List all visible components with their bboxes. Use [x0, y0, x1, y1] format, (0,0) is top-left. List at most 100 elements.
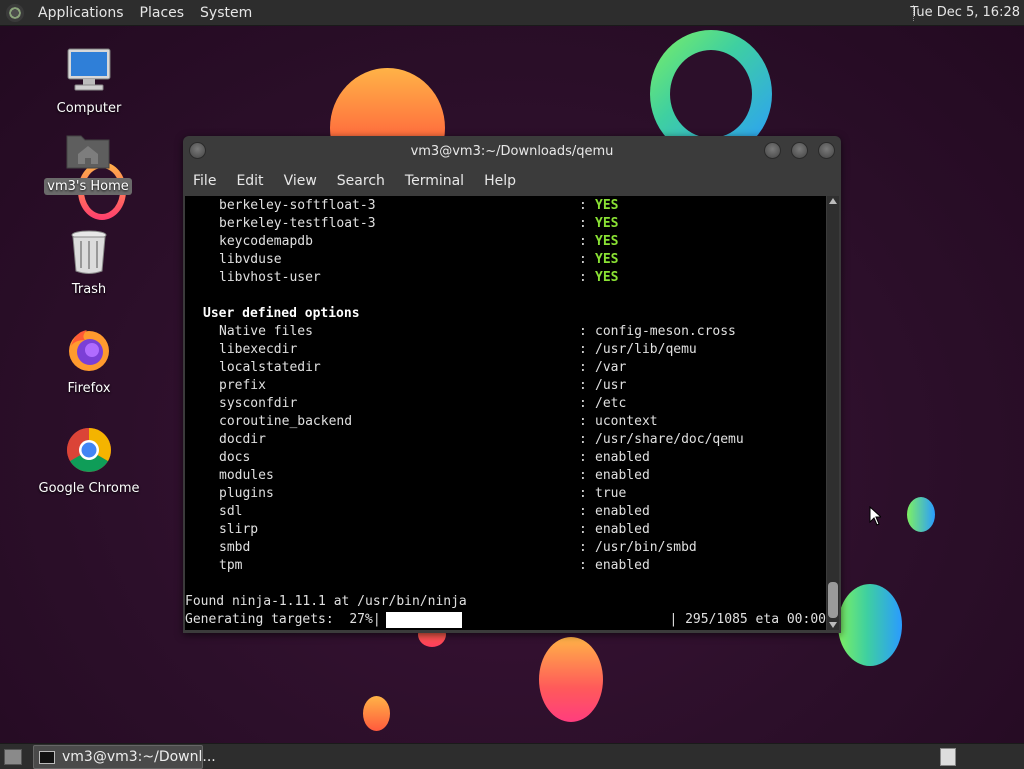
close-button[interactable]: [818, 142, 835, 159]
desktop-icon-home[interactable]: vm3's Home: [33, 128, 143, 195]
option-value: /usr/lib/qemu: [595, 342, 697, 357]
option-separator: :: [579, 360, 587, 375]
window-menu-button[interactable]: [189, 142, 206, 159]
option-key: localstatedir: [219, 360, 321, 375]
terminal-line: sdl: enabled: [185, 503, 826, 521]
terminal-section-heading: User defined options: [203, 306, 360, 321]
window-titlebar[interactable]: vm3@vm3:~/Downloads/qemu: [183, 136, 841, 166]
menu-view[interactable]: View: [274, 173, 327, 189]
chrome-icon: [67, 428, 111, 472]
terminal-line: localstatedir: /var: [185, 359, 826, 377]
option-key: docdir: [219, 432, 266, 447]
scrollbar-thumb[interactable]: [828, 582, 838, 618]
bottom-panel: vm3@vm3:~/Downl...: [0, 743, 1024, 769]
scroll-down-icon[interactable]: [829, 622, 837, 628]
minimize-button[interactable]: [764, 142, 781, 159]
terminal-line: Native files: config-meson.cross: [185, 323, 826, 341]
taskbar-item-label: vm3@vm3:~/Downl...: [62, 749, 216, 765]
places-menu[interactable]: Places: [132, 5, 193, 21]
option-value: YES: [595, 234, 619, 249]
terminal-line: berkeley-softfloat-3: YES: [185, 197, 826, 215]
option-value: YES: [595, 270, 619, 285]
system-menu[interactable]: System: [192, 5, 260, 21]
option-value: YES: [595, 252, 619, 267]
progress-bar-fill: [386, 612, 462, 628]
desktop-icon-label: vm3's Home: [44, 178, 132, 195]
option-key: sdl: [219, 504, 243, 519]
option-key: libexecdir: [219, 342, 298, 357]
option-value: /usr: [595, 378, 627, 393]
option-key: modules: [219, 468, 274, 483]
terminal-line: sysconfdir: /etc: [185, 395, 826, 413]
terminal-line: prefix: /usr: [185, 377, 826, 395]
option-value: enabled: [595, 468, 650, 483]
applications-menu[interactable]: Applications: [30, 5, 132, 21]
option-separator: :: [579, 234, 587, 249]
option-separator: :: [579, 522, 587, 537]
terminal-line: slirp: enabled: [185, 521, 826, 539]
distro-logo-icon[interactable]: [6, 3, 24, 22]
terminal-line: berkeley-testfloat-3: YES: [185, 215, 826, 233]
terminal-line: docs: enabled: [185, 449, 826, 467]
option-key: berkeley-softfloat-3: [219, 198, 376, 213]
desktop-icon-firefox[interactable]: Firefox: [34, 326, 144, 397]
option-separator: :: [579, 540, 587, 555]
option-key: sysconfdir: [219, 396, 298, 411]
mouse-cursor-icon: [869, 506, 881, 526]
desktop-icon-trash[interactable]: Trash: [34, 229, 144, 298]
firefox-icon: [69, 330, 109, 371]
terminal-line: libvhost-user: YES: [185, 269, 826, 287]
option-value: /var: [595, 360, 627, 375]
terminal-scrollbar[interactable]: [827, 196, 839, 630]
menu-edit[interactable]: Edit: [226, 173, 273, 189]
option-separator: :: [579, 432, 587, 447]
computer-icon: [67, 48, 111, 91]
terminal-line: coroutine_backend: ucontext: [185, 413, 826, 431]
terminal-line: docdir: /usr/share/doc/qemu: [185, 431, 826, 449]
option-value: /usr/share/doc/qemu: [595, 432, 744, 447]
desktop-icon-chrome[interactable]: Google Chrome: [34, 426, 144, 497]
terminal-output[interactable]: berkeley-softfloat-3: YES berkeley-testflo…: [185, 196, 826, 630]
home-folder-icon: [66, 135, 110, 169]
option-separator: :: [579, 396, 587, 411]
option-value: YES: [595, 216, 619, 231]
wallpaper-shape: [907, 497, 935, 532]
taskbar-item-terminal[interactable]: vm3@vm3:~/Downl...: [33, 745, 216, 769]
progress-label: Generating targets: 27%|: [185, 612, 381, 627]
progress-line: Generating targets: 27%| | 295/1085 eta 0…: [185, 611, 826, 629]
option-key: docs: [219, 450, 251, 465]
clock[interactable]: Tue Dec 5, 16:28: [910, 5, 1020, 20]
option-key: tpm: [219, 558, 243, 573]
option-key: Native files: [219, 324, 313, 339]
terminal-line: smbd: /usr/bin/smbd: [185, 539, 826, 557]
scroll-up-icon[interactable]: [829, 198, 837, 204]
option-key: coroutine_backend: [219, 414, 353, 429]
menu-help[interactable]: Help: [474, 173, 526, 189]
wallpaper-shape: [838, 584, 902, 666]
option-separator: :: [579, 468, 587, 483]
menu-file[interactable]: File: [183, 173, 226, 189]
desktop-icon-label: Trash: [71, 282, 107, 297]
terminal-window[interactable]: vm3@vm3:~/Downloads/qemu File Edit View …: [183, 136, 841, 633]
maximize-button[interactable]: [791, 142, 808, 159]
option-separator: :: [579, 558, 587, 573]
option-key: berkeley-testfloat-3: [219, 216, 376, 231]
desktop-icon-computer[interactable]: Computer: [34, 46, 144, 117]
option-separator: :: [579, 414, 587, 429]
option-separator: :: [579, 198, 587, 213]
menu-search[interactable]: Search: [327, 173, 395, 189]
show-desktop-icon[interactable]: [4, 749, 22, 765]
terminal-icon: [39, 751, 55, 764]
option-value: config-meson.cross: [595, 324, 736, 339]
option-value: true: [595, 486, 627, 501]
option-key: smbd: [219, 540, 251, 555]
workspace-switcher[interactable]: [940, 748, 956, 766]
option-value: ucontext: [595, 414, 658, 429]
terminal-line: libvduse: YES: [185, 251, 826, 269]
option-key: keycodemapdb: [219, 234, 313, 249]
menu-terminal[interactable]: Terminal: [395, 173, 474, 189]
option-separator: :: [579, 324, 587, 339]
option-value: enabled: [595, 558, 650, 573]
